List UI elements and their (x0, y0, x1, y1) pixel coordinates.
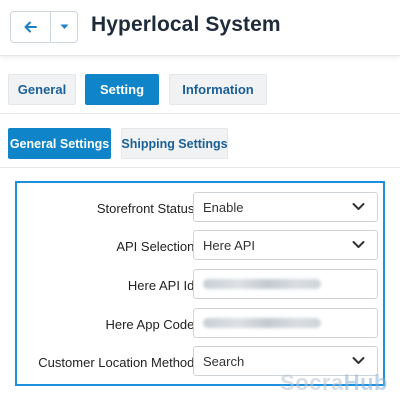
subtab-shipping-settings[interactable]: Shipping Settings (121, 128, 228, 159)
watermark-text-part2: Hub (343, 370, 388, 395)
tab-general[interactable]: General (8, 74, 76, 105)
customer-location-method-label: Customer Location Method: (38, 354, 198, 370)
redacted-value (203, 318, 321, 328)
general-settings-form: Storefront Status: Enable API Selection:… (15, 181, 385, 386)
main-tabs: General Setting Information (8, 74, 267, 105)
subtabs-divider (0, 167, 400, 168)
storefront-status-label: Storefront Status: (96, 200, 198, 216)
here-app-code-label: Here App Code: (105, 316, 198, 332)
here-api-id-input[interactable] (193, 269, 378, 299)
watermark-logo: SocraHub (280, 370, 388, 396)
here-api-id-label: Here API Id: (127, 277, 198, 293)
api-selection-select[interactable]: Here API (193, 230, 378, 260)
redacted-value (203, 279, 321, 289)
navigation-button-group (10, 11, 78, 43)
back-button[interactable] (11, 12, 51, 42)
tab-setting[interactable]: Setting (85, 74, 159, 105)
form-row-api-selection: API Selection: Here API (17, 230, 383, 262)
caret-down-icon (60, 24, 68, 29)
storefront-status-select[interactable]: Enable (193, 192, 378, 222)
chevron-down-icon (352, 203, 365, 210)
form-row-here-api-id: Here API Id: (17, 269, 383, 301)
chevron-down-icon (352, 357, 365, 364)
settings-subtabs: General Settings Shipping Settings (8, 128, 228, 159)
storefront-status-value: Enable (203, 199, 244, 215)
watermark-text-part1: Socra (280, 370, 344, 395)
more-options-button[interactable] (51, 12, 77, 42)
tabs-divider (0, 113, 400, 114)
arrow-left-icon (24, 21, 37, 33)
form-row-here-app-code: Here App Code: (17, 308, 383, 340)
here-app-code-input[interactable] (193, 308, 378, 338)
subtab-general-settings[interactable]: General Settings (8, 128, 111, 159)
api-selection-value: Here API (203, 237, 256, 253)
form-row-storefront-status: Storefront Status: Enable (17, 192, 383, 224)
api-selection-label: API Selection: (116, 238, 198, 254)
customer-location-method-value: Search (203, 353, 245, 369)
tab-information[interactable]: Information (169, 74, 267, 105)
page-header: Hyperlocal System (0, 0, 400, 56)
chevron-down-icon (352, 241, 365, 248)
page-title: Hyperlocal System (91, 13, 281, 36)
